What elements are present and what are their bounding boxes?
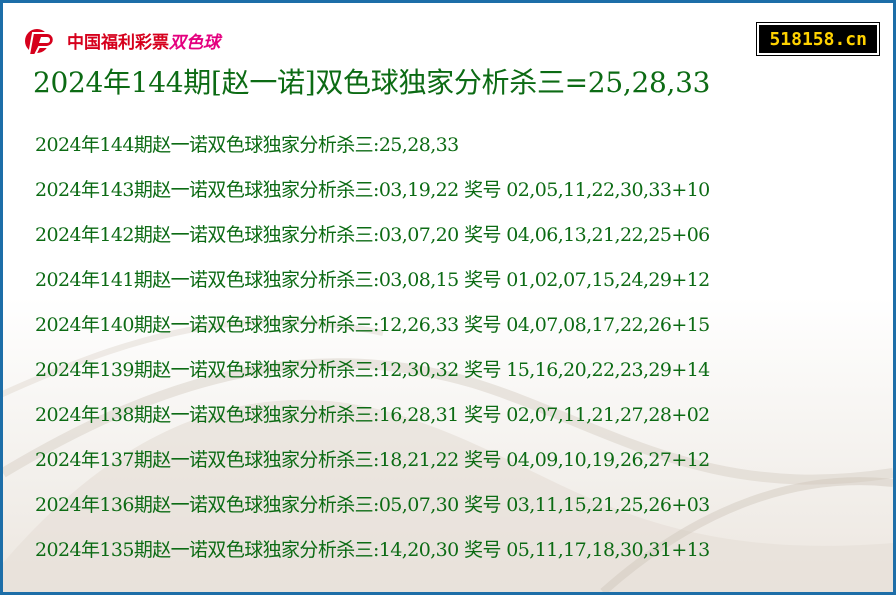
list-item: 2024年140期赵一诺双色球独家分析杀三:12,26,33 奖号 04,07,… bbox=[35, 314, 710, 336]
logo-subtext: 双色球 bbox=[169, 32, 220, 53]
welfare-lottery-icon bbox=[25, 29, 55, 56]
prediction-list: 2024年144期赵一诺双色球独家分析杀三:25,28,33 2024年143期… bbox=[35, 129, 885, 579]
lottery-logo: 中国福利彩票 双色球 bbox=[23, 23, 220, 57]
page-title: 2024年144期[赵一诺]双色球独家分析杀三=25,28,33 bbox=[33, 66, 711, 99]
list-item: 2024年137期赵一诺双色球独家分析杀三:18,21,22 奖号 04,09,… bbox=[35, 449, 710, 471]
poster-frame: 中国福利彩票 双色球 518158.cn 2024年144期[赵一诺]双色球独家… bbox=[0, 0, 896, 595]
list-item: 2024年136期赵一诺双色球独家分析杀三:05,07,30 奖号 03,11,… bbox=[35, 494, 710, 516]
list-item: 2024年141期赵一诺双色球独家分析杀三:03,08,15 奖号 01,02,… bbox=[35, 269, 710, 291]
list-item: 2024年143期赵一诺双色球独家分析杀三:03,19,22 奖号 02,05,… bbox=[35, 179, 710, 201]
list-item: 2024年144期赵一诺双色球独家分析杀三:25,28,33 bbox=[35, 134, 459, 156]
site-badge: 518158.cn bbox=[756, 22, 880, 56]
list-item: 2024年138期赵一诺双色球独家分析杀三:16,28,31 奖号 02,07,… bbox=[35, 404, 710, 426]
list-item: 2024年139期赵一诺双色球独家分析杀三:12,30,32 奖号 15,16,… bbox=[35, 359, 710, 381]
logo-text: 中国福利彩票 bbox=[67, 32, 169, 53]
list-item: 2024年135期赵一诺双色球独家分析杀三:14,20,30 奖号 05,11,… bbox=[35, 539, 710, 561]
list-item: 2024年142期赵一诺双色球独家分析杀三:03,07,20 奖号 04,06,… bbox=[35, 224, 710, 246]
